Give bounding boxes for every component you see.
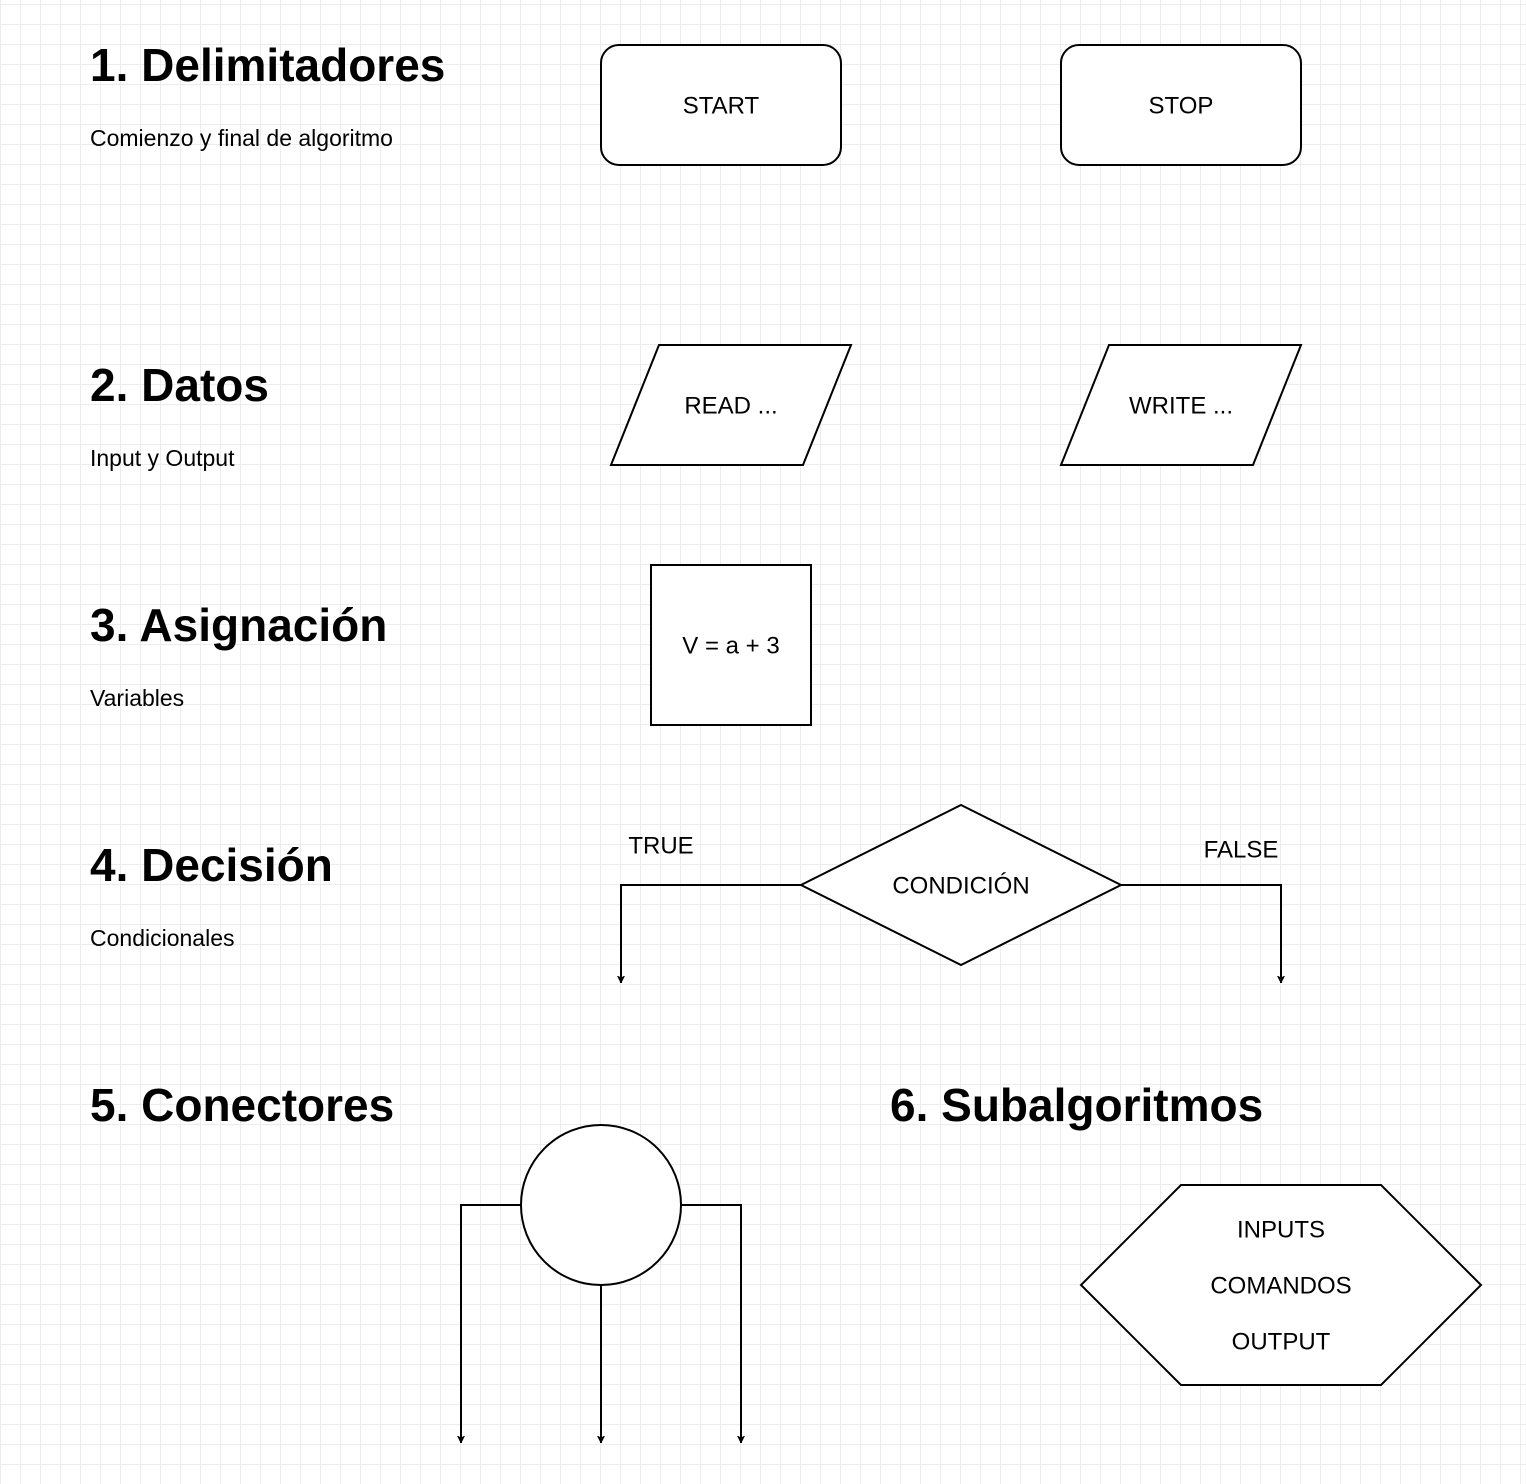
subalgorithm-line-comandos: COMANDOS: [1210, 1272, 1351, 1299]
decision-condition-label: CONDICIÓN: [892, 872, 1029, 899]
terminator-start[interactable]: START: [600, 44, 842, 166]
connector-right-arrow: [681, 1204, 741, 1443]
io-write[interactable]: WRITE ...: [1059, 344, 1303, 466]
terminator-stop[interactable]: STOP: [1060, 44, 1302, 166]
connector-circle[interactable]: [520, 1124, 682, 1286]
process-assignment[interactable]: V = a + 3: [650, 564, 812, 726]
decision-diamond[interactable]: CONDICIÓN: [798, 803, 1124, 967]
terminator-stop-label: STOP: [1149, 92, 1214, 119]
false-branch-arrow: [1121, 884, 1281, 983]
flowchart-canvas: START STOP READ ... WRITE ... V = a + 3 …: [0, 44, 1483, 1443]
false-branch-label: FALSE: [1204, 836, 1279, 863]
subalgorithm-line-output: OUTPUT: [1232, 1328, 1331, 1355]
terminator-start-label: START: [683, 92, 760, 119]
io-write-label: WRITE ...: [1129, 392, 1233, 419]
process-assignment-label: V = a + 3: [682, 632, 779, 659]
subalgorithm-hexagon[interactable]: INPUTS COMANDOS OUTPUT: [1079, 1184, 1483, 1386]
io-read-label: READ ...: [684, 392, 777, 419]
true-branch-arrow: [621, 884, 801, 983]
subalgorithm-line-inputs: INPUTS: [1237, 1216, 1325, 1243]
connector-left-arrow: [461, 1204, 521, 1443]
true-branch-label: TRUE: [628, 832, 693, 859]
io-read[interactable]: READ ...: [609, 344, 853, 466]
